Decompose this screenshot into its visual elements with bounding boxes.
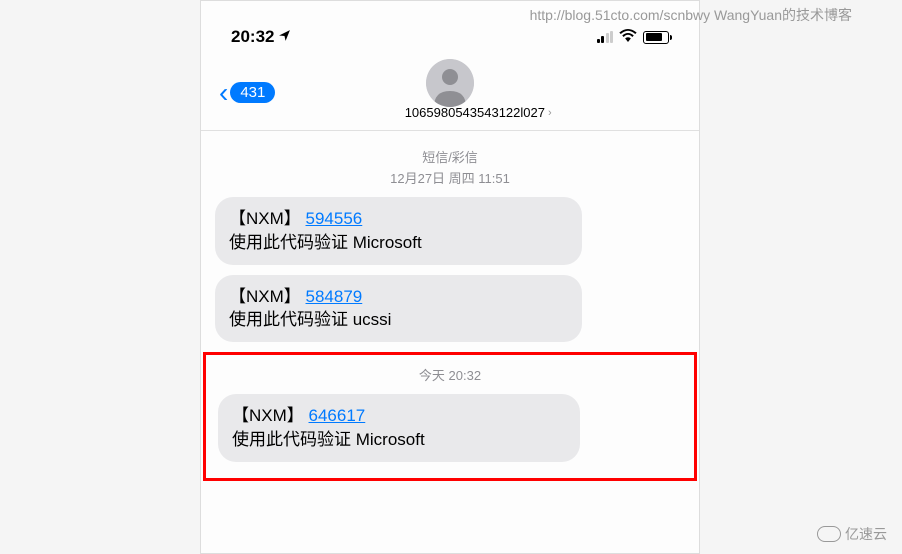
message-body: 使用此代码验证 Microsoft [229, 233, 422, 252]
status-time-group: 20:32 [231, 27, 291, 47]
watermark-text: 亿速云 [845, 524, 887, 544]
back-button[interactable]: ‹ 431 [219, 77, 275, 109]
date-label: 12月27日 周四 11:51 [215, 168, 685, 187]
today-label: 今天 20:32 [218, 365, 682, 384]
cloud-icon [817, 526, 841, 542]
contact-name-row[interactable]: 1065980543543122l027 › [275, 105, 681, 120]
blog-watermark: http://blog.51cto.com/scnbwy WangYuan的技术… [530, 5, 852, 25]
message-type-label: 短信/彩信 [215, 147, 685, 166]
avatar-icon [426, 59, 474, 107]
highlight-annotation: 今天 20:32 【NXM】 646617 使用此代码验证 Microsoft [203, 352, 697, 481]
chevron-right-icon: › [548, 107, 552, 119]
message-prefix: 【NXM】 [229, 287, 301, 306]
message-body: 使用此代码验证 Microsoft [232, 430, 425, 449]
verification-code[interactable]: 594556 [306, 209, 363, 228]
location-icon [278, 29, 291, 45]
message-body: 使用此代码验证 ucssi [229, 310, 391, 329]
verification-code[interactable]: 646617 [309, 406, 366, 425]
back-chevron-icon: ‹ [219, 77, 228, 109]
nav-header: ‹ 431 1065980543543122l027 › [201, 57, 699, 131]
status-icons [597, 29, 670, 46]
message-bubble[interactable]: 【NXM】 584879 使用此代码验证 ucssi [215, 275, 582, 343]
verification-code[interactable]: 584879 [306, 287, 363, 306]
message-bubble[interactable]: 【NXM】 594556 使用此代码验证 Microsoft [215, 197, 582, 265]
contact-header[interactable] [426, 59, 474, 109]
phone-screen: 20:32 [200, 0, 700, 554]
clock-time: 20:32 [231, 27, 274, 47]
battery-icon [643, 31, 669, 44]
bottom-watermark: 亿速云 [817, 524, 887, 544]
wifi-icon [619, 29, 637, 46]
unread-badge: 431 [230, 82, 275, 103]
message-prefix: 【NXM】 [229, 209, 301, 228]
message-bubble[interactable]: 【NXM】 646617 使用此代码验证 Microsoft [218, 394, 580, 462]
messages-list: 短信/彩信 12月27日 周四 11:51 【NXM】 594556 使用此代码… [201, 131, 699, 368]
cellular-icon [597, 31, 614, 43]
message-prefix: 【NXM】 [232, 406, 304, 425]
